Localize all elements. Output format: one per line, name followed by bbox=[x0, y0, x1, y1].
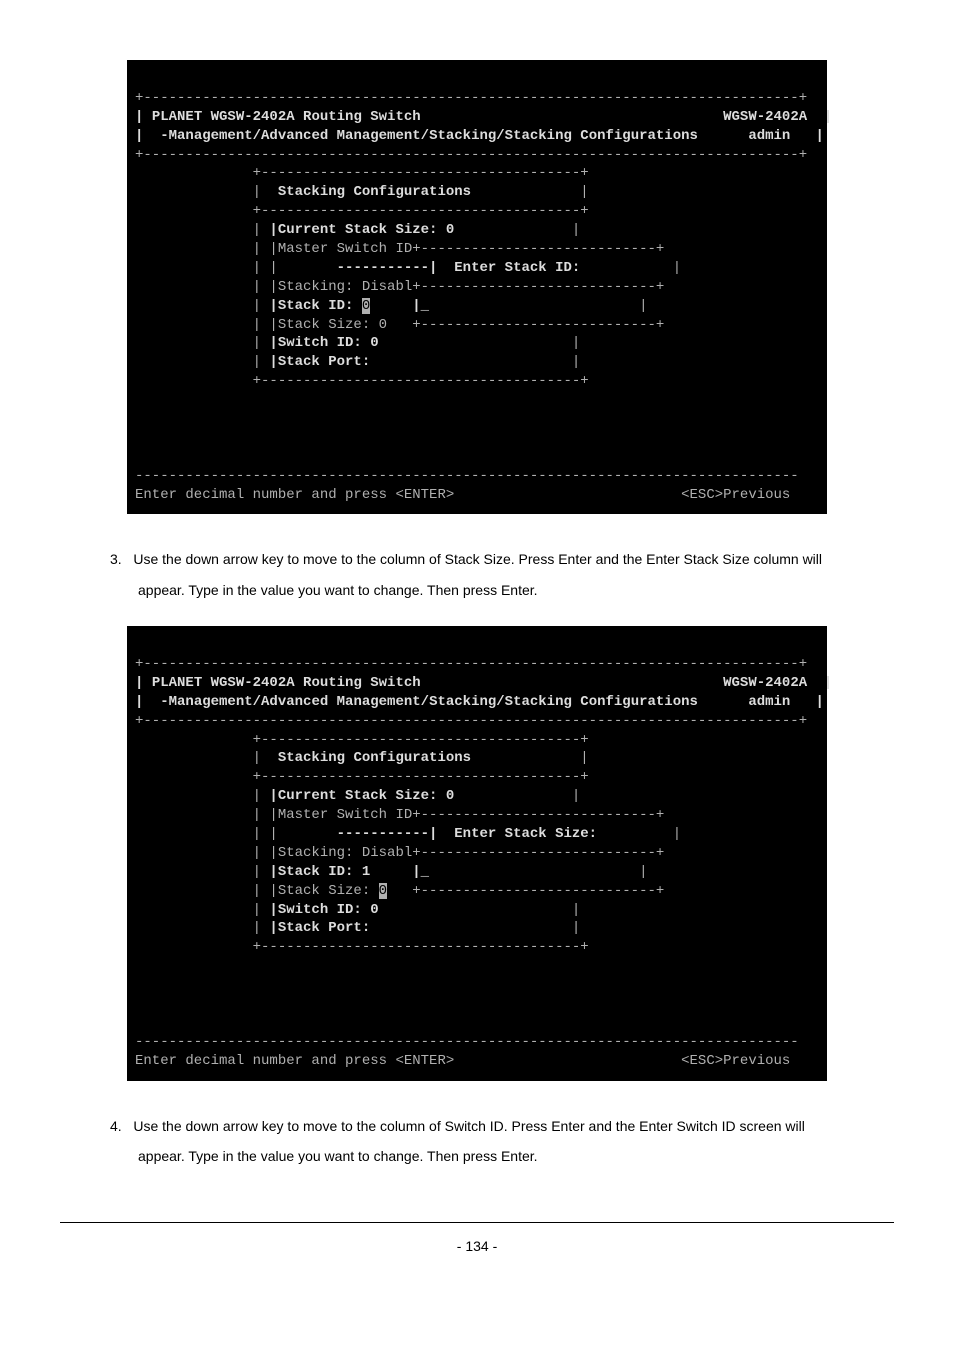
t2-breadcrumb: -Management/Advanced Management/Stacking… bbox=[160, 694, 698, 710]
t2-panel-title: Stacking Configurations bbox=[278, 750, 471, 766]
t2-stack-id: |Stack ID: 1 |_ bbox=[269, 864, 429, 880]
t1-user: admin bbox=[748, 128, 790, 144]
t1-header-right: WGSW-2402A bbox=[723, 109, 807, 125]
t2-stacking: |Stacking: Disabl+----------------------… bbox=[269, 845, 664, 861]
t1-stack-id-label: |Stack ID: bbox=[269, 298, 361, 314]
t1-footer-right: <ESC>Previous bbox=[681, 487, 790, 503]
t2-prompt: -----------| Enter Stack Size: bbox=[337, 826, 597, 842]
t2-footer-left: Enter decimal number and press <ENTER> bbox=[135, 1053, 454, 1069]
t2-user: admin bbox=[748, 694, 790, 710]
t1-breadcrumb: -Management/Advanced Management/Stacking… bbox=[160, 128, 698, 144]
t1-stack-port: |Stack Port: bbox=[269, 354, 370, 370]
page-number: - 134 - bbox=[60, 1222, 894, 1254]
t2-stack-size-value: 0 bbox=[379, 883, 387, 899]
t1-prompt: -----------| Enter Stack ID: bbox=[337, 260, 581, 276]
t1-header-left: PLANET WGSW-2402A Routing Switch bbox=[152, 109, 421, 125]
instr1-text: Use the down arrow key to move to the co… bbox=[133, 551, 822, 598]
instr2-num: 4. bbox=[110, 1118, 122, 1134]
terminal-1: +---------------------------------------… bbox=[127, 60, 827, 514]
t1-stack-id-value: 0 bbox=[362, 298, 370, 314]
instr2-text: Use the down arrow key to move to the co… bbox=[133, 1118, 805, 1165]
t1-switch-id: |Switch ID: 0 bbox=[269, 335, 378, 351]
t1-stacking: |Stacking: Disabl+----------------------… bbox=[269, 279, 664, 295]
instruction-4: 4. Use the down arrow key to move to the… bbox=[110, 1111, 844, 1173]
instr1-num: 3. bbox=[110, 551, 122, 567]
t2-current: |Current Stack Size: 0 bbox=[269, 788, 454, 804]
instruction-3: 3. Use the down arrow key to move to the… bbox=[110, 544, 844, 606]
t2-switch-id: |Switch ID: 0 bbox=[269, 902, 378, 918]
t1-master: |Master Switch ID+----------------------… bbox=[269, 241, 664, 257]
t2-footer-right: <ESC>Previous bbox=[681, 1053, 790, 1069]
t2-header-right: WGSW-2402A bbox=[723, 675, 807, 691]
t2-stack-port: |Stack Port: bbox=[269, 920, 370, 936]
t2-stack-size-rest: +----------------------------+ bbox=[387, 883, 664, 899]
t1-stack-size: |Stack Size: 0 +------------------------… bbox=[269, 317, 664, 333]
t1-current: |Current Stack Size: 0 bbox=[269, 222, 454, 238]
t2-stack-size-label: |Stack Size: bbox=[269, 883, 378, 899]
terminal-2: +---------------------------------------… bbox=[127, 626, 827, 1080]
t1-panel-title: Stacking Configurations bbox=[278, 184, 471, 200]
t2-header-left: PLANET WGSW-2402A Routing Switch bbox=[152, 675, 421, 691]
t1-footer-left: Enter decimal number and press <ENTER> bbox=[135, 487, 454, 503]
t1-stack-id-cursor: |_ bbox=[412, 298, 429, 314]
t2-master: |Master Switch ID+----------------------… bbox=[269, 807, 664, 823]
